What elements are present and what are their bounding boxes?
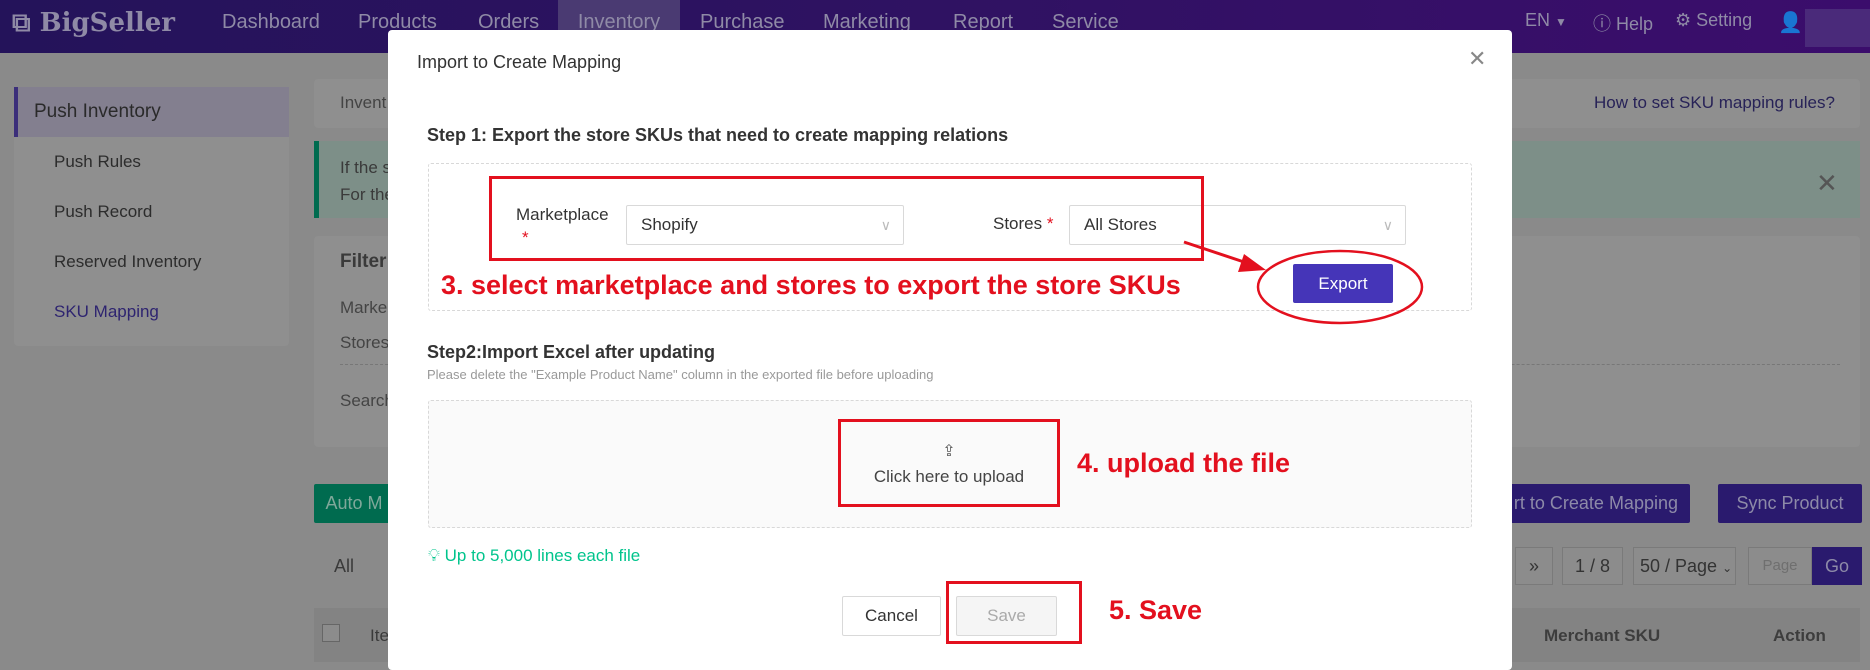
nav-dashboard[interactable]: Dashboard: [222, 0, 320, 53]
logo-icon: ⧉: [12, 8, 31, 38]
close-icon[interactable]: ✕: [1816, 168, 1838, 199]
caret-down-icon: ▼: [1555, 15, 1567, 29]
annotation-box: [946, 581, 1082, 644]
column-header: Ite: [370, 626, 389, 645]
logo[interactable]: ⧉ BigSeller: [12, 8, 175, 39]
filter-stores-label: Stores: [340, 333, 390, 352]
cancel-button[interactable]: Cancel: [842, 596, 941, 636]
sidebar-item-push-record[interactable]: Push Record: [54, 202, 152, 222]
sidebar-item-sku-mapping[interactable]: SKU Mapping: [54, 302, 159, 322]
filter-title: Filter: [340, 251, 387, 272]
export-button[interactable]: Export: [1293, 264, 1393, 303]
page-indicator: 1 / 8: [1562, 547, 1623, 585]
import-to-create-mapping-button[interactable]: rt to Create Mapping: [1500, 484, 1690, 523]
column-header: Action: [1773, 626, 1826, 645]
next-page-button[interactable]: »: [1515, 547, 1553, 585]
sync-product-button[interactable]: Sync Product: [1718, 484, 1862, 523]
filter-search-label: Search: [340, 391, 394, 410]
sidebar-item-reserved-inventory[interactable]: Reserved Inventory: [54, 252, 201, 272]
help-link[interactable]: ⓘ Help: [1593, 10, 1653, 36]
filter-marketplace-label: Marke: [340, 298, 388, 317]
sidebar-section-push-inventory[interactable]: Push Inventory: [14, 87, 289, 137]
setting-link[interactable]: ⚙ Setting: [1675, 10, 1752, 31]
breadcrumb: Invent: [340, 93, 387, 112]
sku-mapping-rules-link[interactable]: How to set SKU mapping rules?: [1594, 93, 1835, 113]
column-header: Merchant SKU: [1544, 626, 1661, 645]
go-button[interactable]: Go: [1812, 547, 1862, 585]
import-mapping-dialog: Import to Create Mapping ✕ Step 1: Expor…: [388, 30, 1512, 670]
chevron-down-icon: ⌄: [1722, 561, 1733, 575]
alert-text: If the s: [340, 158, 392, 177]
step2-note: Please delete the "Example Product Name"…: [427, 367, 934, 382]
auto-mapping-button[interactable]: Auto M: [314, 484, 394, 523]
annotation-step5: 5. Save: [1109, 595, 1203, 625]
language-selector[interactable]: EN ▼: [1525, 10, 1567, 31]
avatar[interactable]: [1805, 9, 1870, 47]
annotation-box: [838, 419, 1060, 507]
alert-text: For the: [340, 185, 394, 204]
user-icon[interactable]: 👤: [1778, 10, 1803, 35]
sidebar-item-push-rules[interactable]: Push Rules: [54, 152, 141, 172]
tab-all[interactable]: All: [334, 556, 354, 577]
step2-heading: Step2:Import Excel after updating: [427, 342, 716, 362]
tip: 💡︎ Up to 5,000 lines each file: [428, 546, 641, 565]
lightbulb-icon: 💡︎: [428, 546, 440, 565]
annotation-step4: 4. upload the file: [1077, 448, 1291, 478]
gear-icon: ⚙: [1675, 10, 1692, 30]
page-size-select[interactable]: 50 / Page ⌄: [1633, 547, 1736, 585]
select-all-checkbox[interactable]: [322, 624, 340, 642]
page-input[interactable]: Page: [1748, 547, 1812, 585]
help-icon: ⓘ: [1593, 14, 1611, 34]
